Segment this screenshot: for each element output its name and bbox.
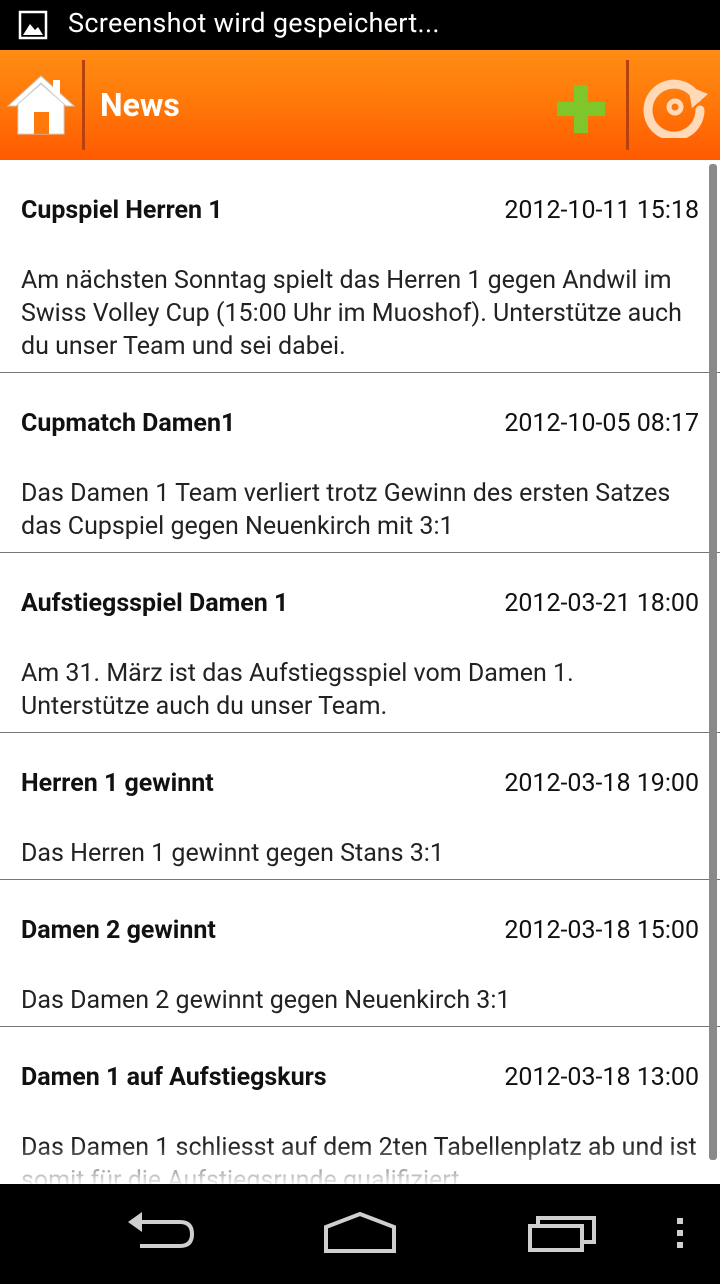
- scrollbar[interactable]: [709, 164, 717, 1160]
- navigation-bar: [0, 1184, 720, 1280]
- action-bar-divider: [82, 60, 85, 150]
- news-date: 2012-10-11 15:18: [504, 196, 699, 225]
- recent-apps-button[interactable]: [500, 1184, 620, 1280]
- back-icon: [100, 1212, 220, 1284]
- recent-apps-icon: [500, 1216, 620, 1284]
- news-date: 2012-03-21 18:00: [504, 589, 699, 618]
- news-item[interactable]: Cupmatch Damen1 2012-10-05 08:17 Das Dam…: [0, 373, 720, 553]
- news-title: Cupmatch Damen1: [21, 409, 236, 438]
- news-date: 2012-03-18 19:00: [504, 769, 699, 798]
- status-notification-text: Screenshot wird gespeichert...: [68, 7, 440, 39]
- refresh-button[interactable]: [632, 50, 720, 160]
- page-title: News: [100, 86, 180, 124]
- news-body: Das Damen 2 gewinnt gegen Neuenkirch 3:1: [21, 986, 511, 1015]
- home-button[interactable]: [0, 50, 80, 160]
- news-body: Das Damen 1 Team verliert trotz Gewinn d…: [21, 479, 671, 541]
- news-list[interactable]: Cupspiel Herren 1 2012-10-11 15:18 Am nä…: [0, 160, 720, 1184]
- news-body: Am 31. März ist das Aufstiegsspiel vom D…: [21, 659, 574, 721]
- overflow-menu-icon: [660, 1218, 710, 1284]
- action-bar-divider: [626, 60, 629, 150]
- nav-home-icon: [300, 1211, 420, 1284]
- news-title: Damen 1 auf Aufstiegskurs: [21, 1063, 327, 1092]
- news-title: Cupspiel Herren 1: [21, 196, 223, 225]
- news-date: 2012-10-05 08:17: [504, 409, 699, 438]
- news-item[interactable]: Aufstiegsspiel Damen 1 2012-03-21 18:00 …: [0, 553, 720, 733]
- news-item[interactable]: Cupspiel Herren 1 2012-10-11 15:18 Am nä…: [0, 160, 720, 373]
- news-date: 2012-03-18 15:00: [504, 916, 699, 945]
- news-title: Aufstiegsspiel Damen 1: [21, 589, 289, 618]
- back-button[interactable]: [100, 1184, 220, 1280]
- news-date: 2012-03-18 13:00: [504, 1063, 699, 1092]
- news-title: Herren 1 gewinnt: [21, 769, 214, 798]
- overflow-menu-button[interactable]: [660, 1184, 710, 1280]
- news-body: Am nächsten Sonntag spielt das Herren 1 …: [21, 266, 682, 361]
- status-bar: Screenshot wird gespeichert...: [0, 0, 720, 50]
- news-title: Damen 2 gewinnt: [21, 916, 216, 945]
- add-news-button[interactable]: [550, 50, 620, 160]
- action-bar: News: [0, 50, 720, 160]
- news-item[interactable]: Damen 2 gewinnt 2012-03-18 15:00 Das Dam…: [0, 880, 720, 1027]
- news-item[interactable]: Herren 1 gewinnt 2012-03-18 19:00 Das He…: [0, 733, 720, 880]
- image-icon: [18, 10, 48, 40]
- nav-home-button[interactable]: [300, 1184, 420, 1280]
- news-body: Das Herren 1 gewinnt gegen Stans 3:1: [21, 839, 444, 868]
- list-fade-edge: [0, 1145, 720, 1185]
